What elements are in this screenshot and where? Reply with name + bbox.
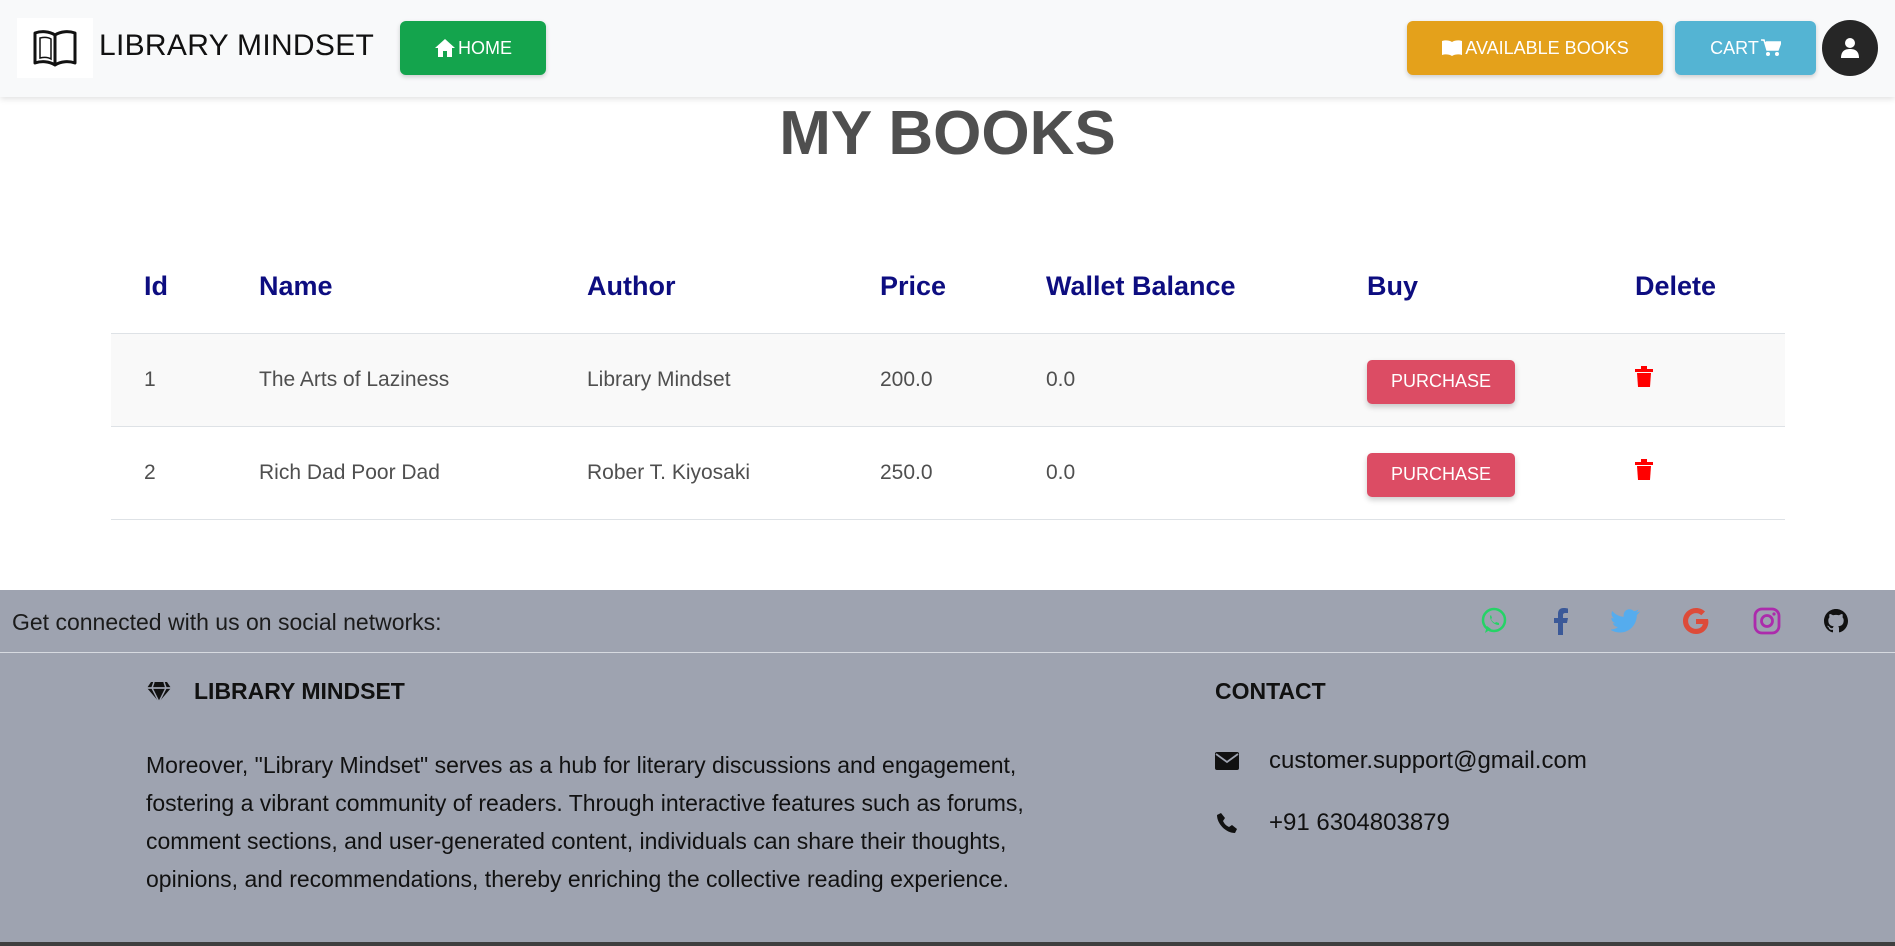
footer-brand-name: LIBRARY MINDSET bbox=[194, 678, 405, 704]
user-avatar[interactable] bbox=[1822, 20, 1878, 76]
purchase-button[interactable]: PURCHASE bbox=[1367, 452, 1515, 497]
column-header-name: Name bbox=[226, 240, 554, 334]
available-books-label: AVAILABLE BOOKS bbox=[1465, 37, 1629, 58]
google-icon[interactable] bbox=[1681, 606, 1711, 636]
facebook-icon[interactable] bbox=[1545, 606, 1575, 636]
column-header-wallet-balance: Wallet Balance bbox=[1013, 240, 1334, 334]
table-row: 1 The Arts of Laziness Library Mindset 2… bbox=[111, 333, 1785, 427]
books-table: Id Name Author Price Wallet Balance Buy … bbox=[111, 240, 1785, 520]
purchase-button[interactable]: PURCHASE bbox=[1367, 359, 1515, 404]
contact-phone-text[interactable]: +91 6304803879 bbox=[1269, 809, 1450, 837]
cell-id: 2 bbox=[111, 426, 226, 520]
contact-title: CONTACT bbox=[1215, 678, 1326, 704]
page-title: MY BOOKS bbox=[779, 99, 1116, 168]
whatsapp-icon[interactable] bbox=[1479, 606, 1509, 636]
gem-icon bbox=[147, 681, 171, 703]
envelope-icon bbox=[1215, 752, 1239, 770]
footer-brand: LIBRARY MINDSET bbox=[146, 678, 405, 705]
cell-author: Library Mindset bbox=[554, 333, 847, 427]
brand-name[interactable]: LIBRARY MINDSET bbox=[99, 29, 374, 63]
cell-price: 200.0 bbox=[847, 333, 1013, 427]
shopping-cart-icon bbox=[1760, 39, 1781, 56]
cart-button[interactable]: CART bbox=[1675, 21, 1816, 75]
cell-buy: PURCHASE bbox=[1334, 333, 1602, 427]
column-header-price: Price bbox=[847, 240, 1013, 334]
available-books-button[interactable]: AVAILABLE BOOKS bbox=[1407, 21, 1663, 75]
contact-email-text[interactable]: customer.support@gmail.com bbox=[1269, 747, 1587, 775]
home-button-label: HOME bbox=[458, 37, 512, 58]
github-icon[interactable] bbox=[1821, 606, 1851, 636]
footer: Get connected with us on social networks… bbox=[0, 590, 1895, 946]
table-row: 2 Rich Dad Poor Dad Rober T. Kiyosaki 25… bbox=[111, 426, 1785, 520]
user-icon bbox=[1841, 38, 1859, 58]
table-header-row: Id Name Author Price Wallet Balance Buy … bbox=[111, 240, 1785, 334]
cell-buy: PURCHASE bbox=[1334, 426, 1602, 520]
navbar: LIBRARY MINDSET HOME AVAILABLE BOOKS CAR… bbox=[0, 0, 1895, 97]
instagram-icon[interactable] bbox=[1752, 606, 1782, 636]
cell-author: Rober T. Kiyosaki bbox=[554, 426, 847, 520]
social-text: Get connected with us on social networks… bbox=[12, 609, 442, 635]
bottom-strip bbox=[0, 942, 1895, 946]
contact-phone: +91 6304803879 bbox=[1215, 809, 1450, 837]
home-icon bbox=[435, 39, 455, 57]
book-open-icon[interactable] bbox=[17, 18, 93, 78]
column-header-author: Author bbox=[554, 240, 847, 334]
trash-icon[interactable] bbox=[1635, 366, 1653, 393]
footer-description: Moreover, "Library Mindset" serves as a … bbox=[146, 752, 1024, 892]
phone-icon bbox=[1215, 812, 1239, 834]
trash-icon[interactable] bbox=[1635, 459, 1653, 486]
cart-button-label: CART bbox=[1710, 37, 1759, 58]
cell-wallet-balance: 0.0 bbox=[1013, 426, 1334, 520]
cell-delete bbox=[1602, 333, 1785, 427]
contact-email: customer.support@gmail.com bbox=[1215, 747, 1587, 775]
book-icon bbox=[1442, 40, 1463, 56]
cell-name: Rich Dad Poor Dad bbox=[226, 426, 554, 520]
cell-delete bbox=[1602, 426, 1785, 520]
column-header-delete: Delete bbox=[1602, 240, 1785, 334]
cell-wallet-balance: 0.0 bbox=[1013, 333, 1334, 427]
twitter-icon[interactable] bbox=[1611, 606, 1641, 636]
column-header-buy: Buy bbox=[1334, 240, 1602, 334]
home-button[interactable]: HOME bbox=[400, 21, 546, 75]
column-header-id: Id bbox=[111, 240, 226, 334]
cell-id: 1 bbox=[111, 333, 226, 427]
cell-price: 250.0 bbox=[847, 426, 1013, 520]
cell-name: The Arts of Laziness bbox=[226, 333, 554, 427]
social-bar: Get connected with us on social networks… bbox=[0, 590, 1895, 653]
